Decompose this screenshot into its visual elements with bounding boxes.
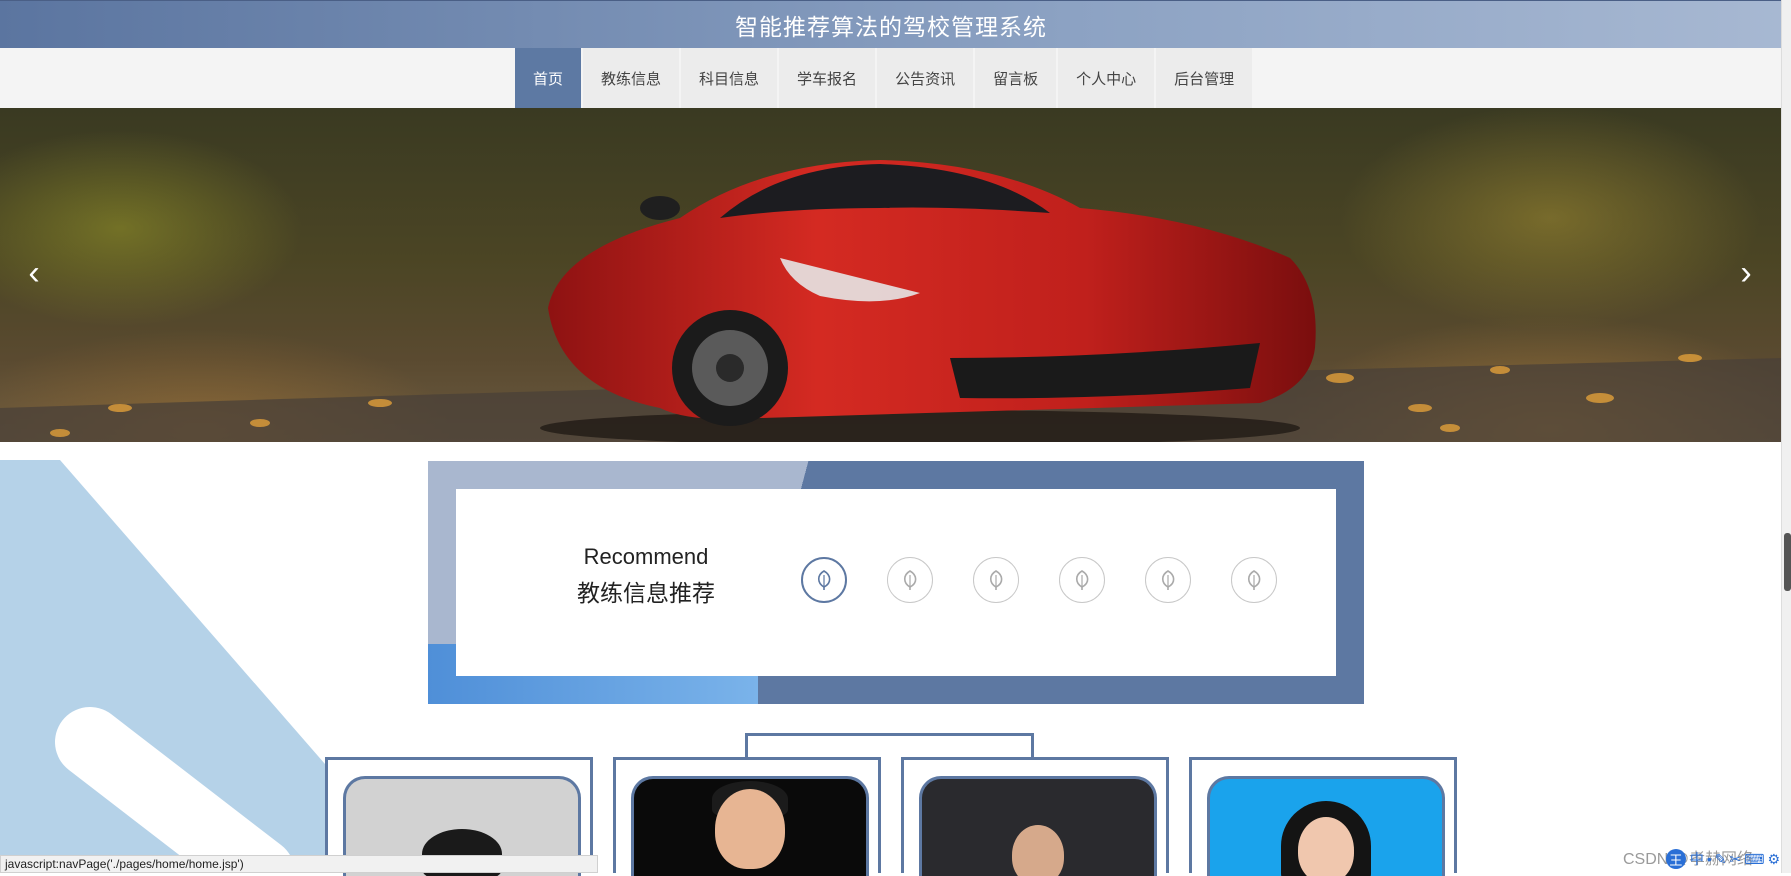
recommend-title-en: Recommend <box>583 544 709 569</box>
page-scrollbar[interactable] <box>1781 0 1791 873</box>
ime-icon[interactable]: 王 <box>1665 849 1686 869</box>
coach-card[interactable] <box>901 757 1169 876</box>
coach-photo <box>919 776 1157 876</box>
punctuation-icon[interactable]: • <box>1707 851 1712 867</box>
leaf-icon <box>989 570 1003 590</box>
ime-tray: 王 中 • ✎ ✂ ⌨ ⚙ <box>1665 849 1783 869</box>
recommend-indicator[interactable] <box>801 557 847 603</box>
nav-item-enroll[interactable]: 学车报名 <box>779 48 876 108</box>
leaf-icon <box>1075 570 1089 590</box>
recommend-indicator[interactable] <box>1145 557 1191 603</box>
carousel-prev-button[interactable]: ‹ <box>14 253 54 293</box>
scissors-icon[interactable]: ✂ <box>1729 851 1741 868</box>
recommend-indicator[interactable] <box>1059 557 1105 603</box>
hero-carousel: ‹ › <box>0 108 1782 442</box>
nav-item-news[interactable]: 公告资讯 <box>877 48 974 108</box>
main-nav: 首页 教练信息 科目信息 学车报名 公告资讯 留言板 个人中心 后台管理 <box>0 48 1782 109</box>
pen-icon[interactable]: ✎ <box>1715 851 1727 868</box>
banner-image <box>0 160 1782 442</box>
leaf-icon <box>903 570 917 590</box>
carousel-next-button[interactable]: › <box>1726 253 1766 293</box>
recommend-indicator[interactable] <box>1231 557 1277 603</box>
recommend-indicator[interactable] <box>887 557 933 603</box>
settings-icon[interactable]: ⚙ <box>1767 851 1780 868</box>
scrollbar-thumb[interactable] <box>1784 533 1791 591</box>
recommend-indicators <box>801 557 1277 603</box>
recommend-title: Recommend 教练信息推荐 <box>536 544 756 608</box>
ime-language-toggle[interactable]: 中 <box>1690 849 1704 869</box>
chevron-right-icon: › <box>1740 254 1752 292</box>
recommend-title-zh: 教练信息推荐 <box>577 580 715 606</box>
coach-card[interactable] <box>613 757 881 876</box>
coach-photo <box>631 776 869 876</box>
status-bar-url: javascript:navPage('./pages/home/home.js… <box>0 855 598 873</box>
nav-item-admin[interactable]: 后台管理 <box>1156 48 1253 108</box>
leaf-icon <box>1161 570 1175 590</box>
site-title: 智能推荐算法的驾校管理系统 <box>0 0 1782 49</box>
recommend-panel: Recommend 教练信息推荐 <box>456 489 1336 676</box>
chevron-left-icon: ‹ <box>28 254 40 292</box>
leaf-icon <box>1247 570 1261 590</box>
leaf-icon <box>817 570 831 590</box>
nav-item-profile[interactable]: 个人中心 <box>1058 48 1155 108</box>
keyboard-icon[interactable]: ⌨ <box>1744 851 1764 868</box>
coach-photo <box>1207 776 1445 876</box>
nav-item-home[interactable]: 首页 <box>515 48 582 108</box>
nav-item-message-board[interactable]: 留言板 <box>975 48 1057 108</box>
recommend-indicator[interactable] <box>973 557 1019 603</box>
nav-item-subjects[interactable]: 科目信息 <box>681 48 778 108</box>
coach-card[interactable] <box>1189 757 1457 876</box>
nav-item-coaches[interactable]: 教练信息 <box>583 48 680 108</box>
